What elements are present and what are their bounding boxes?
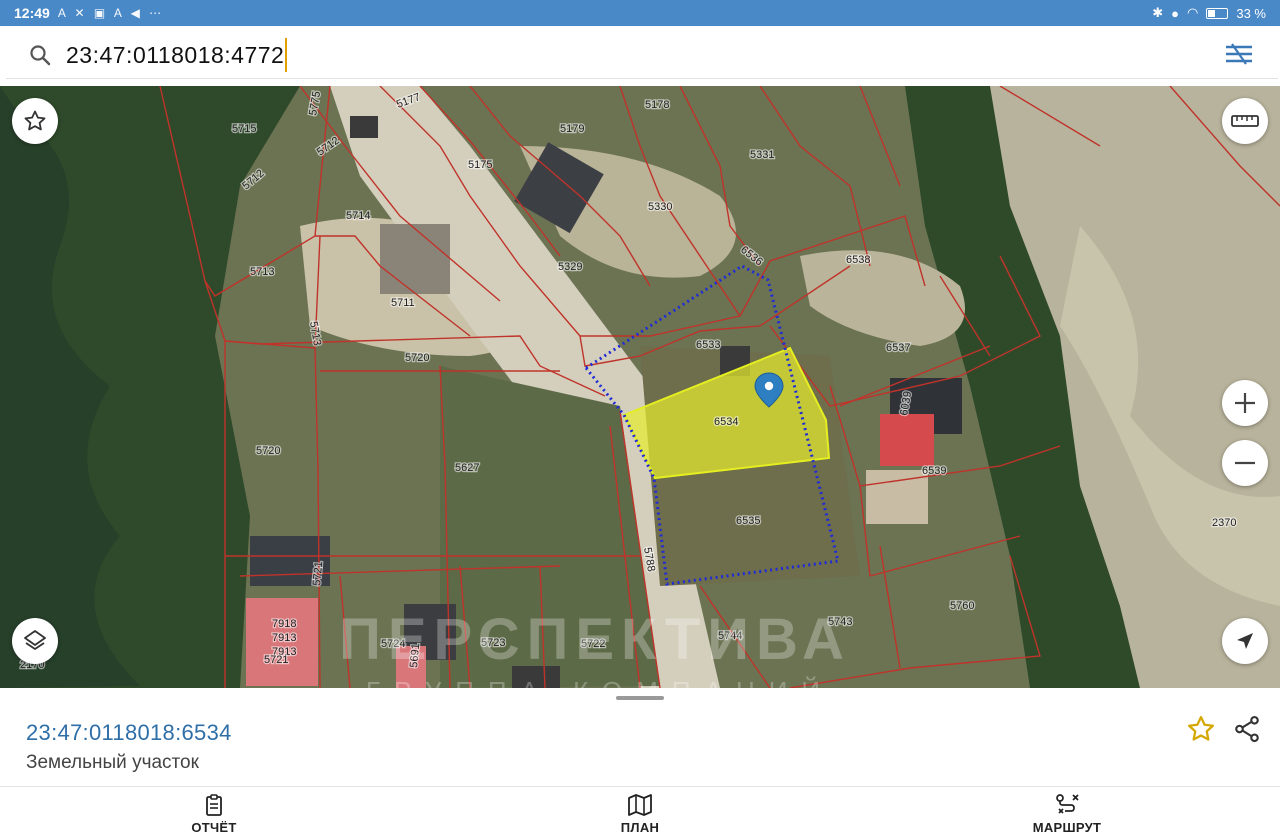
wifi-icon: ◠ <box>1187 5 1199 20</box>
parcel-label: 6534 <box>714 416 738 428</box>
parcel-label: 6533 <box>696 339 720 351</box>
search-bar: 23:47:0118018:4772 <box>0 26 1280 86</box>
navigation-arrow-icon <box>1237 633 1253 649</box>
search-box[interactable]: 23:47:0118018:4772 <box>6 31 1278 79</box>
parcel-label: 5711 <box>391 297 415 309</box>
layers-button[interactable] <box>12 618 58 664</box>
parcel-label: 5175 <box>468 159 492 171</box>
bluetooth-icon: ✱ <box>1152 5 1164 20</box>
nav-plan[interactable]: ПЛАН <box>580 793 700 838</box>
minus-icon <box>1235 461 1255 465</box>
route-icon <box>1056 794 1079 814</box>
zoom-out-button[interactable] <box>1222 440 1268 486</box>
status-right: ✱ ● ◠ 33 % <box>1152 5 1266 21</box>
parcel-label: 5330 <box>648 201 672 213</box>
notification-icons: A ✕ ▣ A ◀ ⋯ <box>57 6 165 20</box>
ruler-button[interactable] <box>1222 98 1268 144</box>
app-screen: 12:49 A ✕ ▣ A ◀ ⋯ ✱ ● ◠ 33 % 23:47:01180… <box>0 0 1280 838</box>
parcel-label: 6539 <box>922 465 946 477</box>
map-icon <box>628 794 652 816</box>
parcel-label: 6537 <box>886 342 910 354</box>
search-icon <box>30 45 51 66</box>
ruler-icon <box>1231 115 1259 127</box>
bottom-navigation: ОТЧЁТ ПЛАН МАРШРУТ <box>0 786 1280 838</box>
star-icon <box>24 110 46 131</box>
parcel-label: 5720 <box>405 352 429 364</box>
parcel-label: 5721 <box>311 561 325 586</box>
parcel-info-sheet[interactable]: 23:47:0118018:6534 Земельный участок <box>0 688 1280 786</box>
sheet-drag-handle[interactable] <box>616 696 664 700</box>
parcel-label: 5331 <box>750 149 774 161</box>
layers-icon <box>24 630 46 650</box>
watermark-subtitle: ГРУППА КОМПАНИЙ <box>285 676 915 688</box>
parcel-label: 5179 <box>560 123 584 135</box>
parcel-label: 5178 <box>645 99 669 111</box>
parcel-label: 5713 <box>250 266 274 278</box>
map-view[interactable]: 5715 5775 5177 5178 5179 5331 5712 5712 5175 5330… <box>0 86 1280 688</box>
nav-plan-label: ПЛАН <box>620 820 660 835</box>
battery-icon <box>1206 7 1229 19</box>
plus-icon <box>1235 393 1255 413</box>
nav-report-label: ОТЧЁТ <box>191 820 237 835</box>
parcel-label: 2370 <box>1212 517 1236 529</box>
parcel-label: 6535 <box>736 515 760 527</box>
watermark-title: ПЕРСПЕКТИВА <box>339 607 851 672</box>
parcel-type: Земельный участок <box>26 752 199 773</box>
parcel-number[interactable]: 23:47:0118018:6534 <box>26 720 232 746</box>
nav-report[interactable]: ОТЧЁТ <box>154 793 274 838</box>
battery-level: 33 % <box>1236 5 1266 21</box>
map-canvas: 57155775 5177 5178517953315712571251755330… <box>0 86 1280 688</box>
my-location-button[interactable] <box>1222 618 1268 664</box>
nav-route-label: МАРШРУТ <box>1032 820 1102 835</box>
status-time: 12:49 <box>14 5 50 21</box>
filter-icon[interactable] <box>1224 41 1254 67</box>
status-bar: 12:49 A ✕ ▣ A ◀ ⋯ ✱ ● ◠ 33 % <box>0 0 1280 26</box>
location-icon: ● <box>1171 5 1180 21</box>
parcel-label: 5715 <box>232 123 256 135</box>
parcel-label: 5714 <box>346 210 370 222</box>
parcel-label: 6538 <box>846 254 870 266</box>
favorites-button[interactable] <box>12 98 58 144</box>
parcel-label: 5720 <box>256 445 280 457</box>
parcel-label: 5760 <box>950 600 974 612</box>
parcel-label: 5329 <box>558 261 582 273</box>
share-icon[interactable] <box>1232 714 1262 744</box>
zoom-in-button[interactable] <box>1222 380 1268 426</box>
clipboard-icon <box>206 794 222 816</box>
favorite-star-icon[interactable] <box>1186 714 1216 744</box>
parcel-label: 5627 <box>455 462 479 474</box>
nav-route[interactable]: МАРШРУТ <box>1007 793 1127 838</box>
search-input[interactable]: 23:47:0118018:4772 <box>66 38 288 72</box>
